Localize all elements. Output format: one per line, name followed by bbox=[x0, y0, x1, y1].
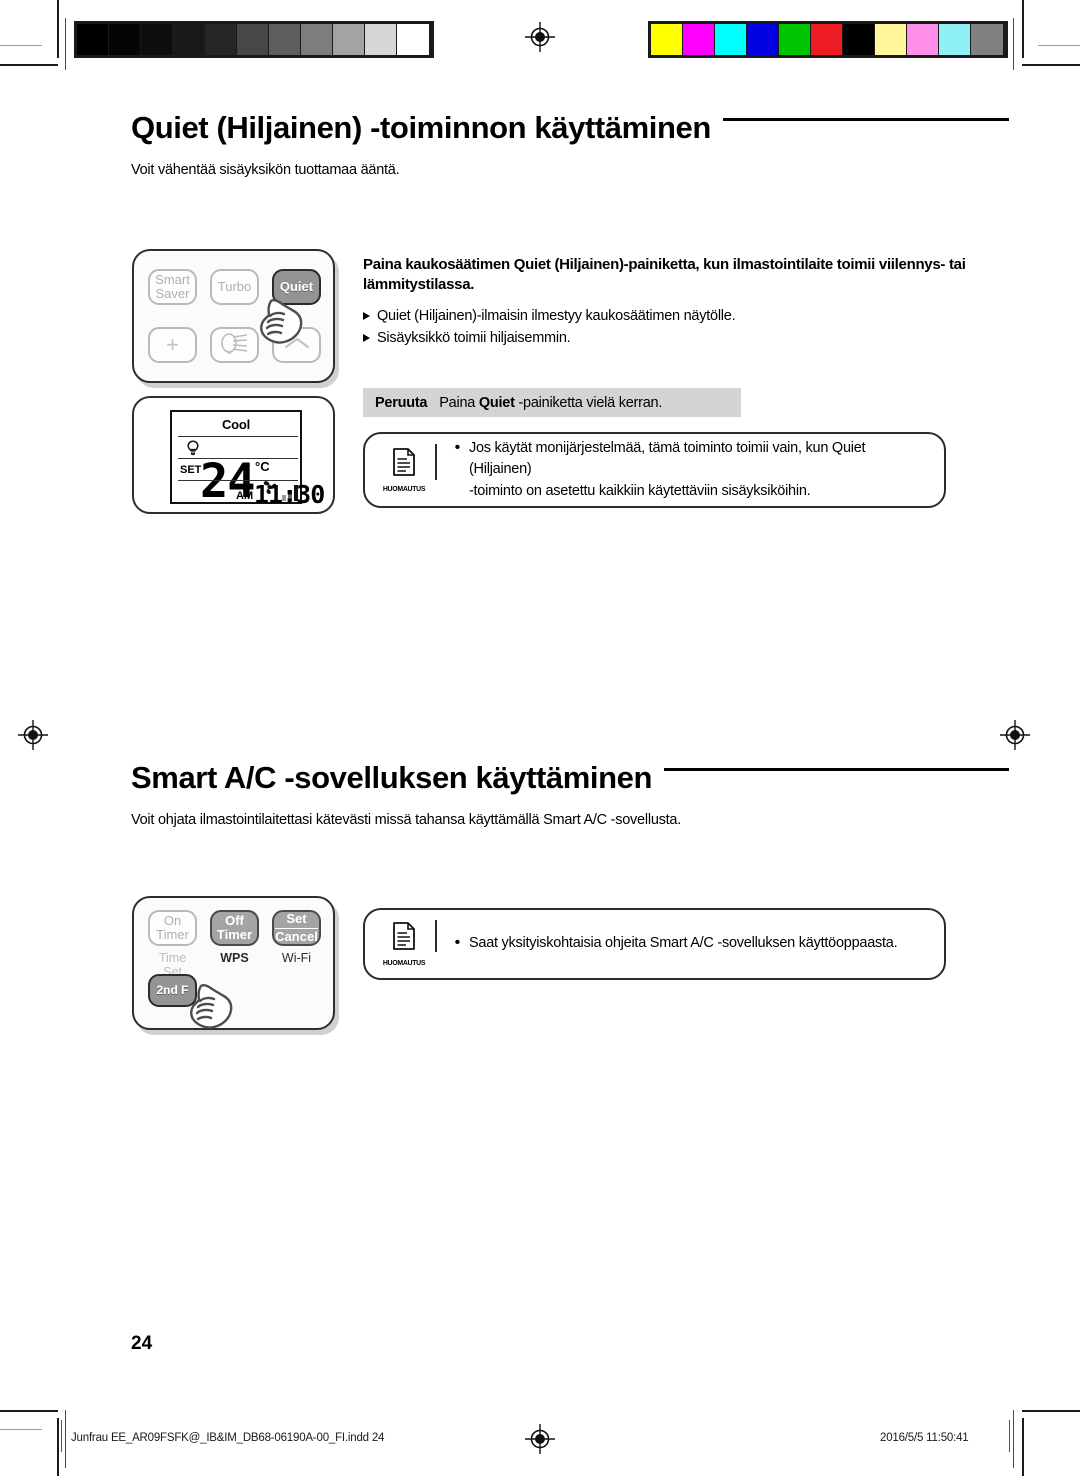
button-turbo-label: Turbo bbox=[217, 278, 252, 294]
note-text-line2: -toiminto on asetettu kaikkiin käytettäv… bbox=[468, 482, 811, 499]
note-box-quiet: HUOMAUTUS • Jos käytät monijärjestelmää,… bbox=[363, 432, 946, 508]
button-turbo[interactable]: Turbo bbox=[210, 269, 259, 305]
remote-button-row-1-smart: On Timer Off Timer Set Cancel bbox=[148, 910, 321, 946]
title-rule bbox=[722, 118, 1009, 121]
bullet-dot-icon: • bbox=[454, 934, 461, 952]
bullet-item: Quiet (Hiljainen)-ilmaisin ilmestyy kauk… bbox=[363, 306, 973, 328]
button-set-cancel[interactable]: Set Cancel bbox=[272, 910, 321, 946]
button-off-timer-line2: Timer bbox=[216, 927, 253, 942]
button-set-cancel-line1: Set bbox=[286, 911, 307, 927]
instruction-lead-quiet: Paina kaukosäätimen Quiet (Hiljainen)-pa… bbox=[363, 256, 966, 294]
lcd-clock-value: 11:30 bbox=[254, 480, 325, 509]
lcd-ampm-label: AM bbox=[236, 490, 254, 502]
instruction-block-quiet: Paina kaukosäätimen Quiet (Hiljainen)-pa… bbox=[363, 255, 973, 351]
lcd-set-label: SET bbox=[180, 464, 202, 476]
button-swing[interactable] bbox=[210, 327, 259, 363]
caption-wifi: Wi-Fi bbox=[281, 951, 312, 965]
caption-wps: WPS bbox=[220, 951, 249, 965]
note-icon-caption: HUOMAUTUS bbox=[382, 484, 426, 493]
triangle-bullet-icon bbox=[363, 311, 370, 320]
footer-filename: Junfrau EE_AR09FSFK@_IB&IM_DB68-06190A-0… bbox=[71, 1432, 385, 1444]
footer-timestamp: 2016/5/5 11:50:41 bbox=[880, 1432, 969, 1444]
remote-panel-smart-ac: On Timer Off Timer Set Cancel Time Set W… bbox=[132, 896, 335, 1030]
button-quiet-label: Quiet bbox=[279, 278, 314, 294]
button-smart-saver-line1: Smart bbox=[155, 271, 190, 287]
section-quiet: Quiet (Hiljainen) -toiminnon käyttäminen… bbox=[131, 112, 1009, 181]
cancel-text: Paina Quiet -painiketta vielä kerran. bbox=[439, 394, 663, 411]
footer-separator-left bbox=[61, 1420, 63, 1452]
lcd-temperature-unit: °C bbox=[255, 459, 270, 474]
instruction-bullets-quiet: Quiet (Hiljainen)-ilmaisin ilmestyy kauk… bbox=[363, 306, 973, 351]
button-smart-saver[interactable]: Smart Saver bbox=[148, 269, 197, 305]
note-icon-block: HUOMAUTUS bbox=[375, 447, 433, 493]
section-smart-ac-header: Smart A/C -sovelluksen käyttäminen bbox=[131, 762, 1009, 793]
note-icon-caption: HUOMAUTUS bbox=[382, 958, 426, 967]
document-icon bbox=[391, 921, 417, 956]
bullet-text: Quiet (Hiljainen)-ilmaisin ilmestyy kauk… bbox=[377, 307, 736, 324]
section-quiet-header: Quiet (Hiljainen) -toiminnon käyttäminen bbox=[131, 112, 1009, 143]
lcd-separator-1 bbox=[178, 436, 298, 438]
section-smart-ac-intro: Voit ohjata ilmastointilaitettasi kätevä… bbox=[131, 812, 682, 828]
bullet-dot-icon: • bbox=[454, 439, 461, 457]
lcd-panel-quiet: Cool SET 24 °C AM 11:30 bbox=[132, 396, 335, 514]
lead-bold-quiet: Quiet (Hiljainen) bbox=[513, 256, 624, 273]
document-icon bbox=[391, 447, 417, 482]
button-on-timer-line1: On bbox=[163, 912, 182, 928]
note-text-line1: Jos käytät monijärjestelmää, tämä toimin… bbox=[468, 440, 866, 478]
note-line: • Jos käytät monijärjestelmää, tämä toim… bbox=[455, 438, 928, 501]
note-text: Jos käytät monijärjestelmää, tämä toimin… bbox=[469, 438, 928, 501]
note-body-quiet: • Jos käytät monijärjestelmää, tämä toim… bbox=[437, 438, 944, 501]
triangle-bullet-icon bbox=[363, 334, 370, 343]
button-up[interactable] bbox=[272, 327, 321, 363]
note-icon-block: HUOMAUTUS bbox=[375, 921, 433, 967]
button-on-timer-line2: Timer bbox=[156, 927, 189, 942]
title-rule bbox=[664, 768, 1009, 771]
button-second-function-label: 2nd F bbox=[156, 983, 189, 998]
page-title-quiet: Quiet (Hiljainen) -toiminnon käyttäminen bbox=[131, 110, 711, 145]
cancel-label: Peruuta bbox=[375, 394, 428, 411]
section-smart-ac: Smart A/C -sovelluksen käyttäminen Voit … bbox=[131, 762, 1009, 831]
remote-button-row-2-smart: 2nd F bbox=[148, 974, 197, 1007]
note-text: Saat yksityiskohtaisia ohjeita Smart A/C… bbox=[468, 935, 898, 952]
page-number: 24 bbox=[131, 1333, 153, 1354]
button-off-timer[interactable]: Off Timer bbox=[210, 910, 259, 946]
page-title-smart-ac: Smart A/C -sovelluksen käyttäminen bbox=[131, 760, 653, 795]
note-box-smart-ac: HUOMAUTUS • Saat yksityiskohtaisia ohjei… bbox=[363, 908, 946, 980]
cancel-instruction-bar: Peruuta Paina Quiet -painiketta vielä ke… bbox=[363, 388, 741, 417]
manual-page: Quiet (Hiljainen) -toiminnon käyttäminen… bbox=[0, 0, 1080, 1476]
remote-panel-quiet: Smart Saver Turbo Quiet + bbox=[132, 249, 335, 383]
note-body-smart-ac: • Saat yksityiskohtaisia ohjeita Smart A… bbox=[437, 933, 944, 954]
section-quiet-intro: Voit vähentää sisäyksikön tuottamaa äänt… bbox=[131, 162, 400, 178]
chevron-up-icon bbox=[283, 336, 311, 353]
lcd-screen: Cool SET 24 °C AM 11:30 bbox=[170, 410, 325, 507]
swing-icon bbox=[220, 332, 250, 357]
remote-button-row-2: + bbox=[148, 327, 321, 363]
button-on-timer[interactable]: On Timer bbox=[148, 910, 197, 946]
button-smart-saver-line2: Saver bbox=[155, 286, 190, 301]
lcd-mode-label: Cool bbox=[221, 417, 251, 432]
button-quiet[interactable]: Quiet bbox=[272, 269, 321, 305]
plus-icon: + bbox=[166, 332, 179, 358]
button-set-cancel-line2: Cancel bbox=[275, 927, 318, 944]
remote-button-row-1: Smart Saver Turbo Quiet bbox=[148, 269, 321, 305]
cancel-text-bold: Quiet bbox=[478, 394, 515, 411]
note-line: • Saat yksityiskohtaisia ohjeita Smart A… bbox=[455, 933, 928, 954]
bullet-text: Sisäyksikkö toimii hiljaisemmin. bbox=[377, 330, 571, 347]
button-second-function[interactable]: 2nd F bbox=[148, 974, 197, 1007]
footer-separator-right bbox=[1009, 1420, 1011, 1452]
bullet-item: Sisäyksikkö toimii hiljaisemmin. bbox=[363, 328, 973, 350]
button-off-timer-line1: Off bbox=[225, 912, 244, 928]
button-plus[interactable]: + bbox=[148, 327, 197, 363]
